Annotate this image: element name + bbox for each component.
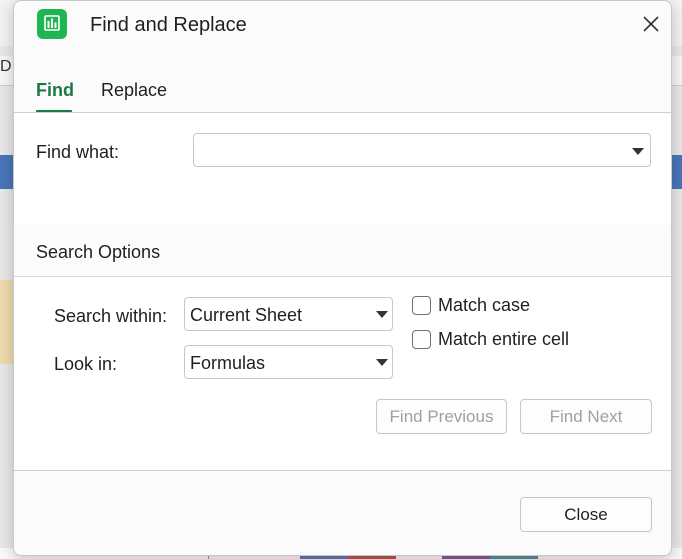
tab-find[interactable]: Find xyxy=(36,80,74,101)
look-in-label: Look in: xyxy=(54,354,118,374)
match-case-label[interactable]: Match case xyxy=(438,295,530,316)
find-next-button[interactable]: Find Next xyxy=(520,399,652,434)
find-previous-button[interactable]: Find Previous xyxy=(376,399,507,434)
search-within-label: Search within: xyxy=(54,306,168,326)
background-header-cell xyxy=(0,155,14,189)
find-and-replace-dialog: Find and Replace Find Replace Find what:… xyxy=(13,0,672,556)
background-highlight-cell xyxy=(0,280,14,364)
match-entire-cell-checkbox[interactable] xyxy=(412,330,431,349)
search-options-title: Search Options xyxy=(36,242,161,262)
spreadsheet-chart-icon xyxy=(37,9,67,39)
chevron-down-icon[interactable] xyxy=(376,311,388,318)
tab-replace[interactable]: Replace xyxy=(101,80,167,101)
find-panel: Find what: Search Options Search within:… xyxy=(14,113,671,470)
find-what-combobox[interactable] xyxy=(193,133,651,167)
dialog-title: Find and Replace xyxy=(90,14,247,36)
match-entire-cell-label[interactable]: Match entire cell xyxy=(438,329,569,350)
find-what-input[interactable] xyxy=(200,138,620,162)
close-button[interactable]: Close xyxy=(520,497,652,532)
chevron-down-icon[interactable] xyxy=(632,148,644,155)
close-icon[interactable] xyxy=(640,13,662,35)
search-within-select[interactable]: Current Sheet xyxy=(184,297,393,331)
match-case-checkbox[interactable] xyxy=(412,296,431,315)
tab-bar: Find Replace xyxy=(14,67,671,113)
search-within-value: Current Sheet xyxy=(190,305,303,325)
find-what-label: Find what: xyxy=(36,142,120,162)
dialog-titlebar: Find and Replace xyxy=(14,1,671,51)
search-options-header: Search Options xyxy=(14,225,671,277)
look-in-select[interactable]: Formulas xyxy=(184,345,393,379)
look-in-value: Formulas xyxy=(190,353,266,373)
footer-divider xyxy=(14,470,671,471)
chevron-down-icon[interactable] xyxy=(376,359,388,366)
background-column-letter: D xyxy=(0,58,12,75)
